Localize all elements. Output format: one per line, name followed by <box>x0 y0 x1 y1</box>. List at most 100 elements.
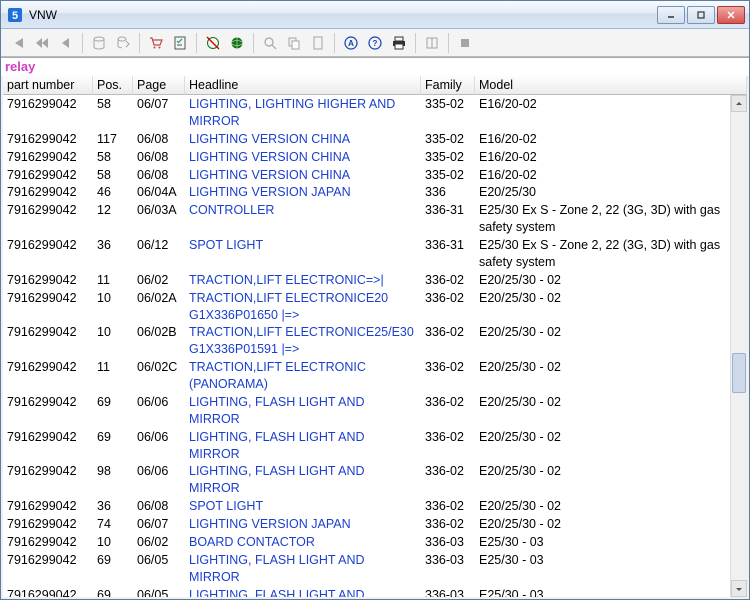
cell-pos: 36 <box>93 497 133 515</box>
cell-pn: 7916299042 <box>3 462 93 497</box>
cart-button[interactable] <box>145 32 167 54</box>
cell-pn: 7916299042 <box>3 236 93 271</box>
scroll-up-arrow[interactable] <box>731 95 747 112</box>
scroll-thumb[interactable] <box>732 353 746 393</box>
minimize-button[interactable] <box>657 6 685 24</box>
cell-page: 06/08 <box>133 148 185 166</box>
headline-link[interactable]: LIGHTING, FLASH LIGHT AND MIRROR <box>185 428 421 463</box>
toolbar-separator <box>196 33 197 53</box>
headline-link[interactable]: LIGHTING VERSION CHINA <box>185 130 421 148</box>
toolbar-separator <box>415 33 416 53</box>
maximize-button[interactable] <box>687 6 715 24</box>
headline-link[interactable]: LIGHTING VERSION JAPAN <box>185 183 421 201</box>
headline-link[interactable]: LIGHTING, FLASH LIGHT AND MIRROR <box>185 586 421 598</box>
col-headline[interactable]: Headline <box>185 76 421 95</box>
cell-model: E20/25/30 <box>475 183 730 201</box>
cell-pn: 7916299042 <box>3 586 93 598</box>
cell-model: E20/25/30 - 02 <box>475 462 730 497</box>
headline-link[interactable]: LIGHTING VERSION CHINA <box>185 148 421 166</box>
cell-pos: 69 <box>93 393 133 428</box>
col-family[interactable]: Family <box>421 76 475 95</box>
checklist-button[interactable] <box>169 32 191 54</box>
nav-back-button[interactable] <box>55 32 77 54</box>
cell-pn: 7916299042 <box>3 148 93 166</box>
close-button[interactable] <box>717 6 745 24</box>
cell-pos: 58 <box>93 166 133 184</box>
cell-pn: 7916299042 <box>3 201 93 236</box>
cell-pos: 10 <box>93 533 133 551</box>
cell-family: 336-02 <box>421 358 475 393</box>
cell-page: 06/02A <box>133 289 185 324</box>
headline-link[interactable]: LIGHTING, LIGHTING HIGHER AND MIRROR <box>185 95 421 130</box>
col-part-number[interactable]: part number <box>3 76 93 95</box>
cell-pos: 74 <box>93 515 133 533</box>
cell-model: E20/25/30 - 02 <box>475 289 730 324</box>
cell-page: 06/05 <box>133 551 185 586</box>
svg-text:A: A <box>348 39 354 48</box>
toolbar-separator <box>253 33 254 53</box>
app-window: 5 VNW A ? relay <box>0 0 750 600</box>
headline-link[interactable]: TRACTION,LIFT ELECTRONICE20 G1X336P01650… <box>185 289 421 324</box>
db-open-button[interactable] <box>88 32 110 54</box>
cell-family: 336-03 <box>421 533 475 551</box>
cell-model: E20/25/30 - 02 <box>475 358 730 393</box>
window-title: VNW <box>29 8 657 22</box>
globe-button[interactable] <box>226 32 248 54</box>
question-circle-button[interactable]: ? <box>364 32 386 54</box>
window-controls <box>657 6 745 24</box>
toolbar-separator <box>334 33 335 53</box>
headline-link[interactable]: TRACTION,LIFT ELECTRONIC (PANORAMA) <box>185 358 421 393</box>
headline-link[interactable]: LIGHTING, FLASH LIGHT AND MIRROR <box>185 551 421 586</box>
cell-page: 06/02 <box>133 533 185 551</box>
headline-link[interactable]: LIGHTING VERSION JAPAN <box>185 515 421 533</box>
cell-family: 336-02 <box>421 323 475 358</box>
db-next-button[interactable] <box>112 32 134 54</box>
headline-link[interactable]: CONTROLLER <box>185 201 421 236</box>
vertical-scrollbar[interactable] <box>730 95 747 597</box>
headline-link[interactable]: LIGHTING, FLASH LIGHT AND MIRROR <box>185 393 421 428</box>
headline-link[interactable]: SPOT LIGHT <box>185 236 421 271</box>
app-icon: 5 <box>7 7 23 23</box>
document-button[interactable] <box>307 32 329 54</box>
cell-pn: 7916299042 <box>3 393 93 428</box>
headline-link[interactable]: TRACTION,LIFT ELECTRONIC=>| <box>185 271 421 289</box>
headline-link[interactable]: BOARD CONTACTOR <box>185 533 421 551</box>
cell-family: 336-02 <box>421 271 475 289</box>
cell-pn: 7916299042 <box>3 183 93 201</box>
cell-pn: 7916299042 <box>3 271 93 289</box>
cell-pn: 7916299042 <box>3 289 93 324</box>
book-button[interactable] <box>421 32 443 54</box>
cell-model: E25/30 - 03 <box>475 551 730 586</box>
cell-page: 06/03A <box>133 201 185 236</box>
zoom-button[interactable] <box>259 32 281 54</box>
globe-crossed-button[interactable] <box>202 32 224 54</box>
copy-button[interactable] <box>283 32 305 54</box>
headline-link[interactable]: TRACTION,LIFT ELECTRONICE25/E30 G1X336P0… <box>185 323 421 358</box>
print-button[interactable] <box>388 32 410 54</box>
stop-button[interactable] <box>454 32 476 54</box>
cell-family: 335-02 <box>421 148 475 166</box>
headline-link[interactable]: SPOT LIGHT <box>185 497 421 515</box>
cell-model: E20/25/30 - 02 <box>475 428 730 463</box>
cell-model: E20/25/30 - 02 <box>475 515 730 533</box>
cell-pos: 117 <box>93 130 133 148</box>
cell-pos: 69 <box>93 428 133 463</box>
headline-link[interactable]: LIGHTING, FLASH LIGHT AND MIRROR <box>185 462 421 497</box>
cell-pn: 7916299042 <box>3 533 93 551</box>
cell-family: 336-02 <box>421 393 475 428</box>
cell-pn: 7916299042 <box>3 166 93 184</box>
col-page[interactable]: Page <box>133 76 185 95</box>
nav-fast-back-button[interactable] <box>31 32 53 54</box>
alpha-circle-button[interactable]: A <box>340 32 362 54</box>
cell-page: 06/05 <box>133 586 185 598</box>
cell-family: 335-02 <box>421 95 475 130</box>
cell-model: E16/20-02 <box>475 95 730 130</box>
col-model[interactable]: Model <box>475 76 747 95</box>
nav-first-button[interactable] <box>7 32 29 54</box>
cell-pn: 7916299042 <box>3 358 93 393</box>
scroll-down-arrow[interactable] <box>731 580 747 597</box>
cell-pos: 11 <box>93 271 133 289</box>
col-pos[interactable]: Pos. <box>93 76 133 95</box>
headline-link[interactable]: LIGHTING VERSION CHINA <box>185 166 421 184</box>
toolbar-separator <box>82 33 83 53</box>
